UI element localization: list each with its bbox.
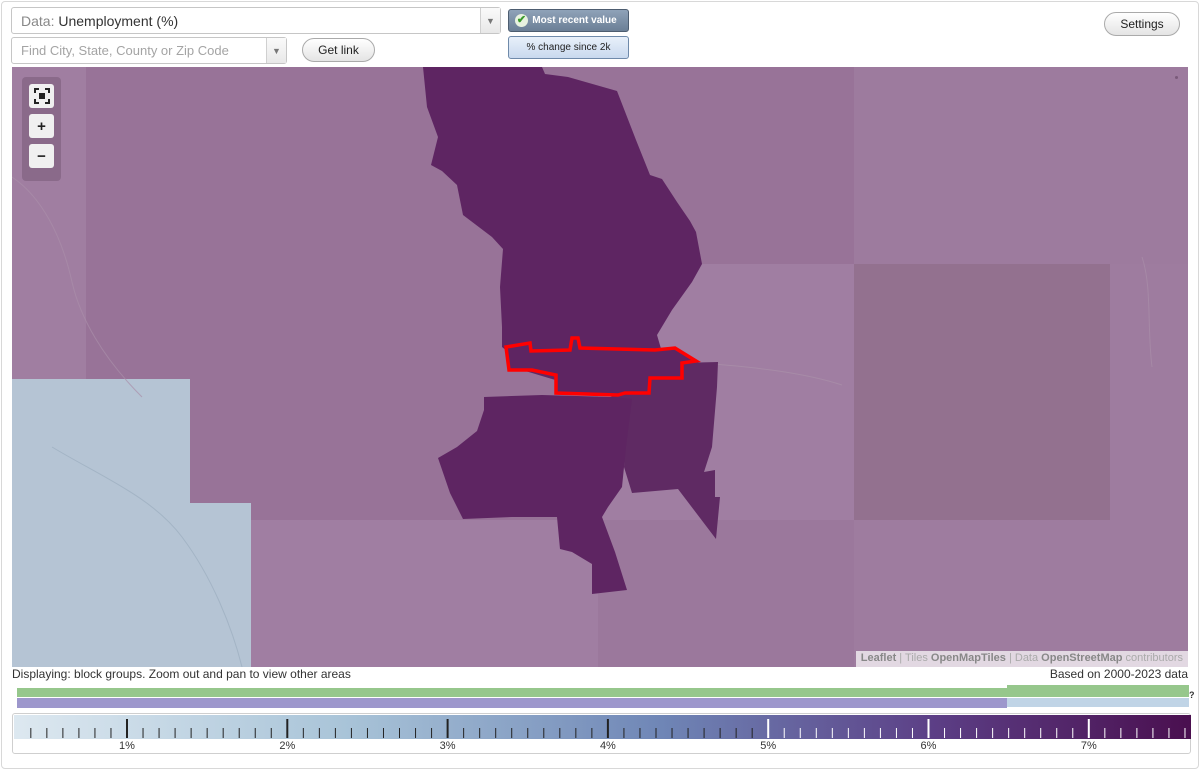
chevron-down-icon[interactable]: ▼: [266, 38, 286, 63]
distribution-bar-purple-end: [1007, 698, 1189, 707]
percent-change-toggle[interactable]: % change since 2k: [508, 36, 629, 59]
data-range-note: Based on 2000-2023 data: [1049, 667, 1188, 681]
data-select-label: Data: Unemployment (%): [21, 13, 179, 29]
minus-icon[interactable]: −: [29, 144, 54, 168]
color-legend: 1% 2% 3% 4% 5% 6% 7%: [12, 713, 1191, 754]
distribution-bar-purple: [17, 698, 1007, 708]
fit-bounds-icon[interactable]: [29, 84, 54, 108]
settings-button[interactable]: Settings: [1104, 12, 1180, 36]
openstreetmap-link[interactable]: OpenStreetMap: [1041, 652, 1122, 664]
legend-tick-label: 7%: [1080, 740, 1097, 752]
location-search[interactable]: ▼: [11, 37, 287, 64]
display-status: Displaying: block groups. Zoom out and p…: [12, 667, 351, 681]
map-region: [854, 67, 1188, 264]
choropleth-map: [12, 67, 1188, 667]
map-corner-marker: [1175, 76, 1178, 79]
legend-tick-label: 1%: [119, 740, 135, 752]
map-view[interactable]: + − Leaflet | Tiles OpenMapTiles | Data …: [12, 67, 1188, 667]
most-recent-value-toggle[interactable]: ✔ Most recent value: [508, 9, 629, 32]
distribution-bar-green: [17, 688, 1007, 697]
help-icon[interactable]: ?: [1189, 690, 1195, 700]
map-region: [854, 264, 1110, 520]
map-region: [854, 520, 1110, 667]
legend-tick-label: 2%: [279, 740, 296, 752]
legend-gradient: [14, 715, 1191, 739]
chevron-down-icon[interactable]: ▼: [480, 8, 500, 33]
legend-tick-label: 6%: [920, 740, 937, 752]
legend-tick-label: 4%: [599, 740, 616, 752]
data-select[interactable]: Data: Unemployment (%) ▼: [11, 7, 501, 34]
openmaptiles-link[interactable]: OpenMapTiles: [931, 652, 1006, 664]
check-icon: ✔: [515, 14, 528, 27]
map-attribution: Leaflet | Tiles OpenMapTiles | Data Open…: [855, 651, 1188, 667]
legend-tick-label: 5%: [760, 740, 777, 752]
leaflet-link[interactable]: Leaflet: [861, 652, 896, 664]
map-region: [598, 520, 854, 667]
plus-icon[interactable]: +: [29, 114, 54, 138]
zoom-control: + −: [22, 77, 61, 181]
distribution-bar-green-step: [1007, 685, 1189, 697]
search-input[interactable]: [12, 38, 267, 63]
percent-change-label: % change since 2k: [526, 42, 611, 53]
most-recent-value-label: Most recent value: [532, 15, 617, 26]
legend-tick-label: 3%: [439, 740, 456, 752]
distribution-bars: [17, 685, 1189, 709]
get-link-button[interactable]: Get link: [302, 38, 375, 62]
